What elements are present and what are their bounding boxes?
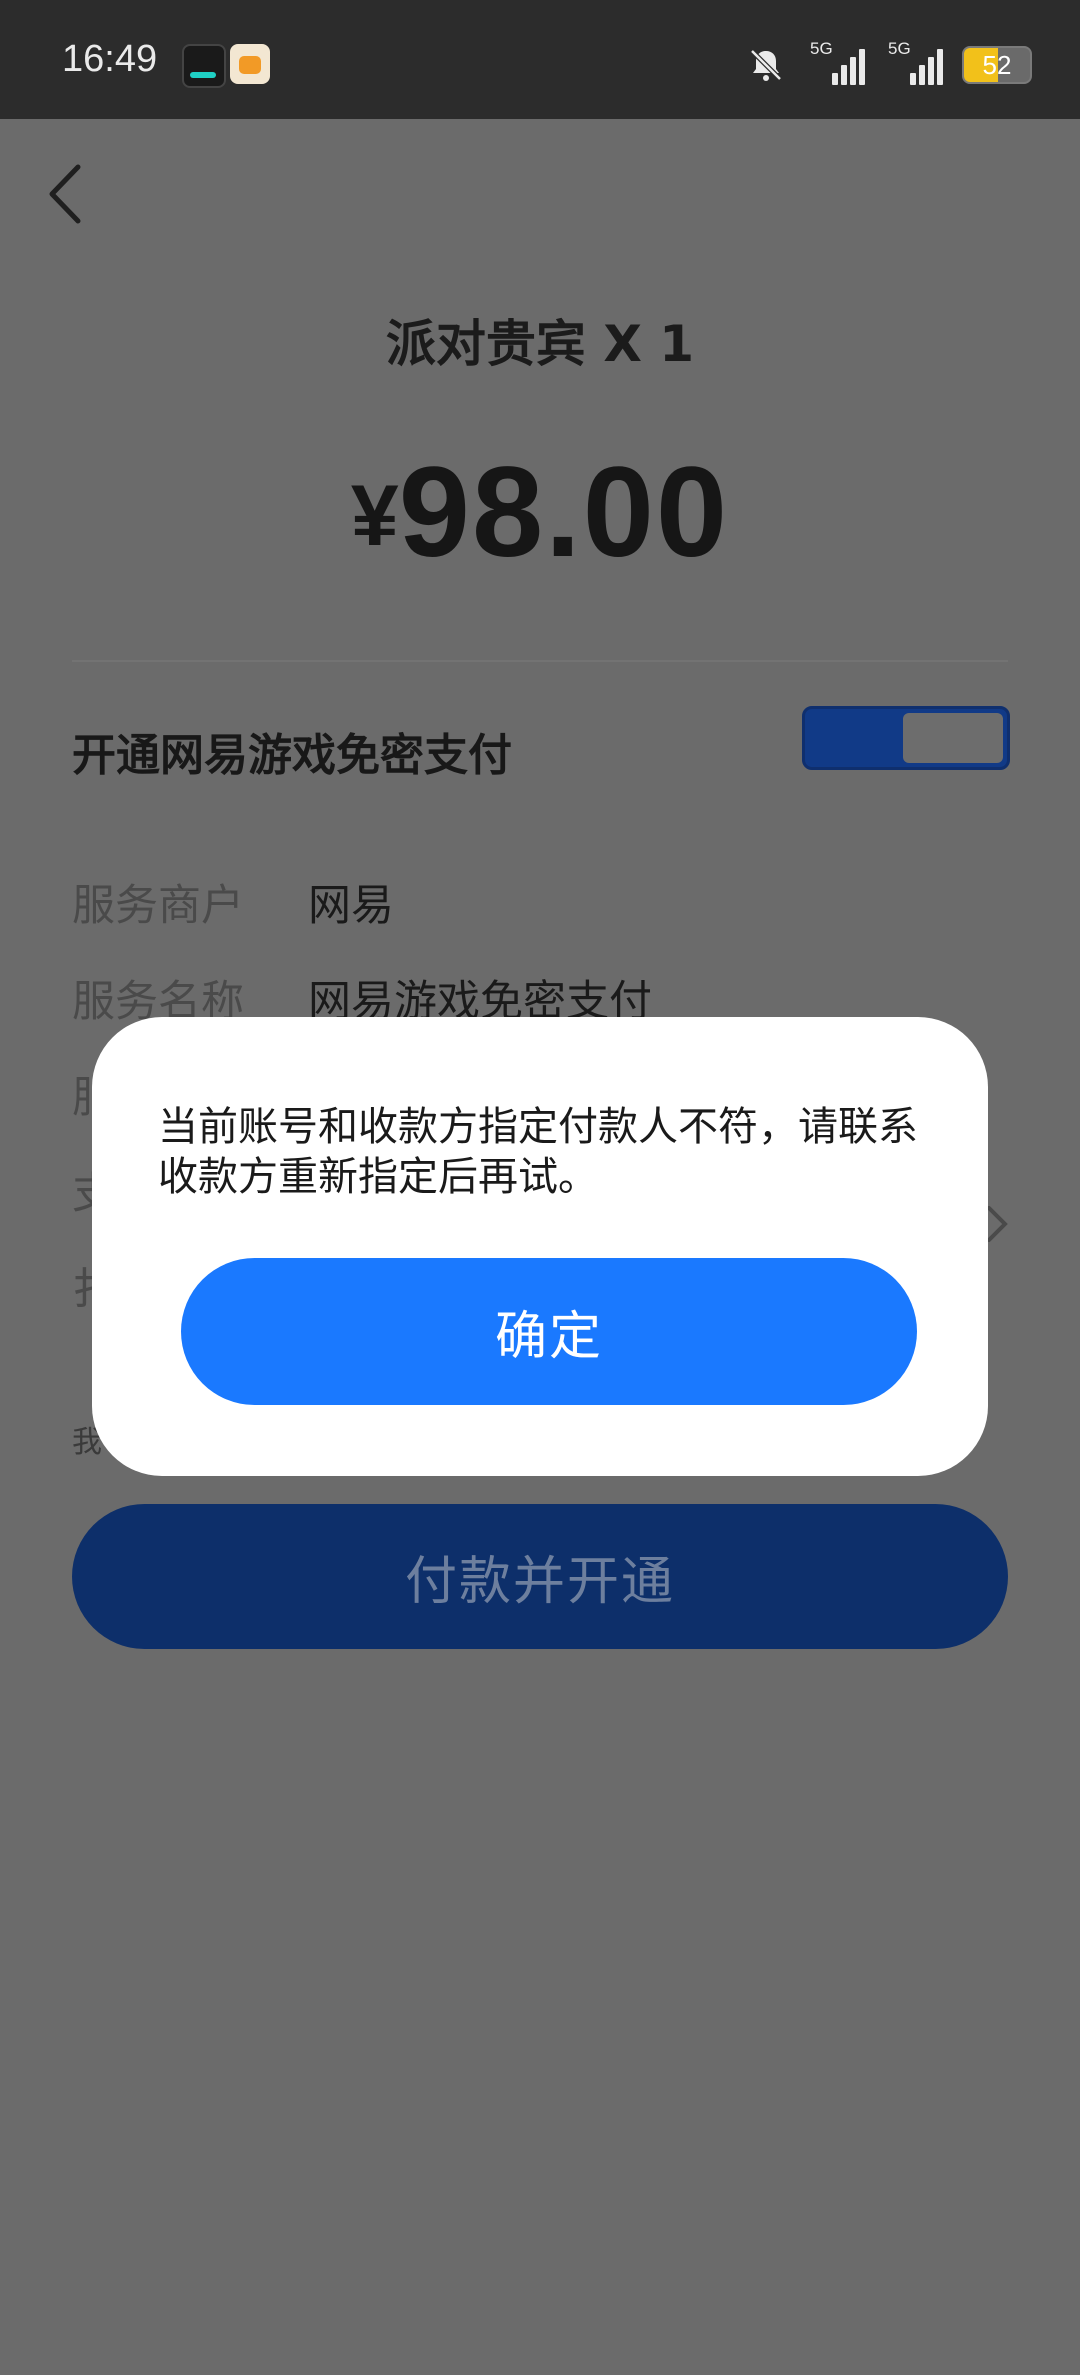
network-type-label: 5G — [888, 39, 911, 58]
detail-value: 网易 — [308, 881, 394, 931]
signal-strength-icon: 5G — [884, 39, 943, 85]
status-time: 16:49 — [62, 38, 158, 80]
divider — [72, 660, 1008, 662]
battery-level: 52 — [982, 50, 1012, 80]
toggle-knob — [903, 713, 1003, 763]
detail-key: 服务商户 — [72, 881, 244, 931]
pay-and-activate-button[interactable]: 付款并开通 — [72, 1504, 1008, 1649]
price-amount: 98.00 — [398, 441, 730, 584]
dialog-message: 当前账号和收款方指定付款人不符，请联系收款方重新指定后再试。 — [158, 1104, 918, 1200]
currency-symbol: ¥ — [350, 468, 399, 564]
signal-strength-icon: 5G — [806, 39, 865, 85]
network-type-label: 5G — [810, 39, 833, 58]
price: ¥98.00 — [0, 439, 1080, 586]
password-free-label: 开通网易游戏免密支付 — [72, 730, 512, 781]
app-notification-icon — [230, 44, 270, 84]
password-free-toggle[interactable] — [802, 706, 1010, 770]
app-notification-icon — [182, 44, 226, 88]
battery-icon: 52 — [962, 46, 1032, 84]
product-title: 派对贵宾 X 1 — [385, 315, 695, 373]
status-icons: 5G 5G 52 — [746, 39, 1032, 90]
confirm-button[interactable]: 确定 — [181, 1258, 917, 1405]
chevron-right-icon[interactable] — [985, 1204, 1009, 1244]
detail-row: 服务商户 网易 — [72, 871, 394, 933]
bell-muted-icon — [750, 49, 782, 81]
chevron-left-icon[interactable] — [40, 159, 90, 229]
alert-dialog: 当前账号和收款方指定付款人不符，请联系收款方重新指定后再试。 确定 — [92, 1017, 988, 1476]
status-bar: 16:49 5G 5G 52 — [0, 0, 1080, 119]
